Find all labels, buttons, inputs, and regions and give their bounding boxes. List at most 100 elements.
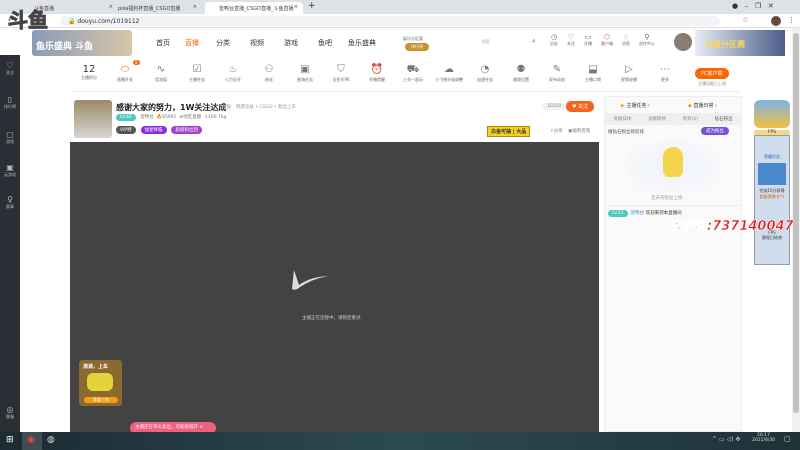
nav-game[interactable]: 游戏 [284, 38, 298, 48]
sidebar-item-service[interactable]: ◎ 客服 [0, 405, 20, 420]
vip-badge[interactable]: VIP特 [116, 126, 136, 134]
fortune-tag[interactable]: 福星降临 [140, 126, 167, 134]
anchor-level[interactable]: 12 主播积分 [72, 64, 106, 81]
notification-icon[interactable]: ▢ [784, 435, 791, 443]
tab-weekly-rank[interactable]: 贡献周榜 [648, 116, 666, 125]
toolbar-item[interactable]: ⛟ 上车一起玩 [396, 64, 430, 83]
toolbar-item-label: 福袋设置 [513, 77, 529, 82]
browser-tab-active[interactable]: 皆鸭台直播_CSGO直播_斗鱼直播 × [205, 2, 303, 14]
client-button[interactable]: ⬡ 客户端 [601, 33, 613, 47]
toolbar-item[interactable]: ✎ 发布动态 [540, 64, 574, 83]
pc-client-button[interactable]: PC客户端 [695, 68, 729, 79]
close-icon[interactable]: × [294, 4, 298, 10]
chrome-icon[interactable]: ◉ [22, 432, 42, 450]
address-bar: ← 🔒 douyu.com/1019112 ☆ ⋮ [0, 14, 800, 28]
new-tab-button[interactable]: + [308, 1, 316, 11]
toolbar-item[interactable]: ▣ 星海任务 [288, 64, 322, 83]
url-input[interactable]: 🔒 douyu.com/1019112 [60, 16, 720, 26]
toolbar-item-icon: ☁ [444, 64, 454, 75]
side-ad-column[interactable]: FPS 荣耀任务 完成15分获得 超级荣誉卡*1 FPS 赛程已结束 [754, 100, 790, 270]
streamer-avatar[interactable] [74, 100, 112, 138]
toolbar-item-icon: ⚉ [516, 64, 526, 75]
report-link[interactable]: 举报 [222, 104, 231, 110]
profile-avatar[interactable] [771, 16, 781, 26]
sidebar-item-follow[interactable]: ♡ 关注 [0, 61, 20, 76]
promo-button[interactable]: 排行榜 [405, 43, 429, 51]
gamepad-icon: ▢ [6, 130, 14, 139]
toolbar-item[interactable]: ⚉ 福袋设置 [504, 64, 538, 83]
broadcast-button[interactable]: ▭ 开播 [584, 33, 592, 47]
toolbar-item[interactable]: ⬭ 直播开关 [108, 64, 142, 83]
follow-button[interactable]: ♡ 关注 [567, 33, 575, 47]
nav-category[interactable]: 分类 [216, 38, 230, 48]
bell-icon: ♢ [622, 33, 630, 41]
yule-shengdian-logo[interactable]: 鱼乐盛典 斗鱼 [32, 30, 132, 56]
toolbar-item-icon: ⚇ [264, 64, 274, 75]
search-input[interactable]: 搜索 [482, 39, 490, 45]
toolbar-item[interactable]: ◔ 加速任务 [468, 64, 502, 83]
messages-button[interactable]: ♢ 消息 [622, 33, 630, 47]
toolbar-item[interactable]: ∿ 音浪值 [144, 64, 178, 83]
menu-icon[interactable]: ⋮ [788, 16, 795, 24]
chat-username[interactable]: 皆鸭台 [631, 211, 645, 216]
toolbar-item[interactable]: ⏰ 开播提醒 [360, 64, 394, 83]
toolbar-item-label: 发布动态 [549, 77, 565, 82]
toolbar-item[interactable]: ⋯ 更多 [648, 64, 682, 83]
search-icon[interactable]: ⌕ [532, 37, 536, 46]
owner-name[interactable]: 皆鸭台 [140, 115, 154, 120]
browser-tab[interactable]: pika福利杯直播_CSGO直播 × [104, 2, 202, 14]
tray-icons[interactable]: ^ ▭ ◁) ✥ [712, 436, 740, 443]
toolbar-item[interactable]: ⚇ 粉丝 [252, 64, 286, 83]
share-button[interactable]: ⇪分享 [550, 128, 563, 134]
clock[interactable]: 20:17 2021/8/30 [752, 433, 775, 443]
toolbar-item[interactable]: ⬓ 主播口袋 [576, 64, 610, 83]
toolbar-item[interactable]: ♨ 火力全开 [216, 64, 250, 83]
nav-video[interactable]: 视频 [250, 38, 264, 48]
nav-home[interactable]: 首页 [156, 38, 170, 48]
star-icon[interactable]: ☆ [742, 16, 748, 24]
car-icon [87, 373, 113, 391]
tab-diamond-fans[interactable]: 钻石粉丝 [715, 116, 733, 125]
anchor-task-tab[interactable]: ▶ 主播任务 › [621, 102, 650, 109]
close-icon[interactable]: × [199, 425, 203, 430]
obs-icon[interactable]: ◍ [47, 435, 55, 445]
lottery-ad[interactable]: 白金可抽 | 大品 [487, 126, 531, 137]
toolbar-item[interactable]: ⛉ 全民乐PK [324, 64, 358, 83]
car-promo-widget[interactable]: 滴滴，上车 我要上车 [79, 360, 122, 406]
toolbar-item-label: 小飞猪分成调整 [435, 77, 463, 82]
follow-button[interactable]: ♥ 关注 [566, 101, 595, 112]
sidebar-item-rank[interactable]: ▯ 排行榜 [0, 95, 20, 110]
sidebar-item-cloud-game[interactable]: ▣ 云游戏 [0, 163, 20, 178]
room-category[interactable]: 网游竞技 • CSGO • 斯坦上车 [236, 104, 296, 110]
daily-tab[interactable]: ◆ 直播日常 › [688, 102, 717, 109]
nav-yuba[interactable]: 鱼吧 [318, 38, 332, 48]
promo-label: 娱乐分区赛 [403, 36, 423, 41]
become-fan-button[interactable]: 成为粉丝 [701, 127, 729, 135]
nav-shengdian[interactable]: 鱼乐盛典 [348, 38, 376, 48]
video-player[interactable]: 主播正在连接中，请稍后重试 滴滴，上车 我要上车 主播还在带头卖出，可能很慢开 … [70, 142, 599, 434]
tab-daily-rank[interactable]: 贡献日榜 [613, 116, 631, 125]
toolbar-item[interactable]: ☁ 小飞猪分成调整 [432, 64, 466, 83]
windows-start-icon[interactable]: ⊞ [6, 435, 14, 445]
toolbar-item-icon: ∿ [156, 64, 166, 75]
gift-icon: ⬡ [603, 33, 611, 41]
toolbar-item[interactable]: ▷ 视频轮播 [612, 64, 646, 83]
superfan-tag[interactable]: 超级粉丝团 [171, 126, 202, 134]
signin-button[interactable]: ▣福利签到 [568, 128, 590, 134]
creator-center-button[interactable]: ⚲ 创作中心 [639, 33, 655, 47]
toolbar-item-label: 火力全开 [225, 77, 241, 82]
car-join-button[interactable]: 我要上车 [84, 397, 118, 403]
toolbar-item[interactable]: ☑ 主播任务 [180, 64, 214, 83]
sidebar-item-esports[interactable]: ♀ 赛事 [0, 195, 20, 210]
nav-live[interactable]: 直播 [185, 38, 199, 48]
toolbar-item-label: 开播提醒 [369, 77, 385, 82]
toolbar-item-icon: ☑ [192, 64, 202, 75]
tab-vip[interactable]: 贵宾(0) [683, 116, 698, 125]
window-controls[interactable]: ● – ❐ ✕ [732, 2, 774, 10]
level-badge: LV.40 [116, 114, 136, 121]
user-avatar[interactable] [674, 33, 692, 51]
sidebar-item-game[interactable]: ▢ 游戏 [0, 130, 20, 145]
history-button[interactable]: ◷ 历史 [550, 33, 558, 47]
annual-banner[interactable]: 年度分区赛 [695, 30, 785, 56]
close-icon[interactable]: × [193, 4, 197, 10]
